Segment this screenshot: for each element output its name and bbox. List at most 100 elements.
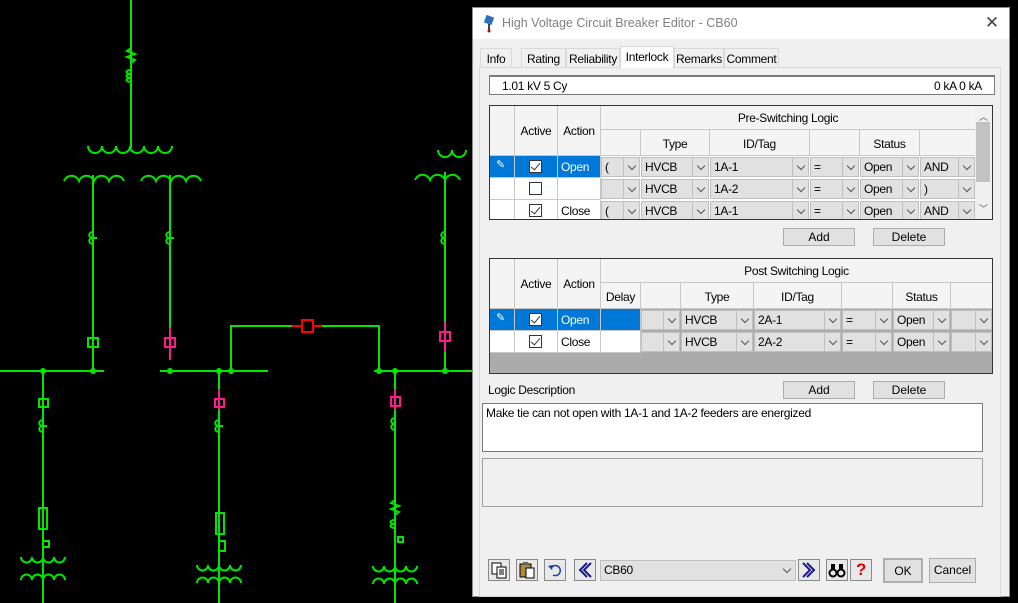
pre-delete-button[interactable]: Delete: [873, 228, 945, 246]
paren-select[interactable]: (: [601, 201, 640, 219]
type-select[interactable]: HVCB: [681, 310, 753, 330]
scroll-down-icon[interactable]: ﹀: [979, 202, 988, 215]
previous-icon: [578, 562, 592, 578]
row-header-corner: [490, 259, 515, 309]
undo-button[interactable]: [544, 559, 566, 581]
paren-select[interactable]: [601, 179, 640, 199]
logic-select[interactable]: ): [920, 179, 975, 199]
chevron-down-icon: [958, 158, 974, 176]
chevron-down-icon: [933, 311, 949, 329]
active-cell: [515, 156, 558, 178]
help-button[interactable]: ?: [850, 559, 872, 581]
pre-grid-scrollbar[interactable]: ︿ ﹀: [975, 106, 992, 219]
paren-select[interactable]: [641, 310, 680, 330]
id-tag-select[interactable]: 1A-2: [710, 179, 809, 199]
active-checkbox[interactable]: [529, 313, 542, 326]
status-select[interactable]: Open: [860, 157, 919, 177]
id-tag-select[interactable]: 2A-1: [754, 310, 841, 330]
paste-button[interactable]: [516, 559, 538, 581]
id-tag-select[interactable]: 2A-2: [754, 332, 841, 352]
previous-button[interactable]: [574, 559, 596, 581]
row-selector[interactable]: [490, 178, 515, 200]
delay-cell[interactable]: [601, 331, 641, 353]
chevron-down-icon: [792, 202, 808, 219]
transformer-primary: [87, 145, 173, 154]
id-tag-select[interactable]: 1A-1: [710, 157, 809, 177]
type-select[interactable]: HVCB: [681, 332, 753, 352]
row-selector[interactable]: ✎: [490, 156, 515, 178]
status-select[interactable]: Open: [860, 201, 919, 219]
scroll-thumb[interactable]: [976, 122, 990, 182]
row-selector[interactable]: [490, 200, 515, 219]
delay-cell[interactable]: [601, 309, 641, 331]
element-id-select[interactable]: CB60: [600, 560, 796, 581]
pre-add-button[interactable]: Add: [783, 228, 855, 246]
operator-select-value: =: [814, 160, 821, 174]
active-checkbox[interactable]: [529, 335, 542, 348]
active-checkbox[interactable]: [529, 204, 542, 217]
operator-select[interactable]: =: [842, 310, 892, 330]
next-button[interactable]: [798, 559, 820, 581]
find-button[interactable]: [826, 559, 848, 581]
paren-select[interactable]: [641, 332, 680, 352]
operator-select[interactable]: =: [810, 157, 859, 177]
operator-select-value: =: [846, 335, 853, 349]
status-select[interactable]: Open: [893, 332, 950, 352]
find-icon: [828, 564, 846, 578]
type-select[interactable]: HVCB: [641, 179, 709, 199]
tab-reliability[interactable]: Reliability: [566, 48, 620, 67]
tie-breaker-cb60: [301, 319, 314, 333]
tab-comment[interactable]: Comment: [724, 48, 779, 67]
logic-select[interactable]: AND: [920, 201, 975, 219]
col-active: Active: [515, 106, 558, 156]
operator-select-value: =: [814, 204, 821, 218]
col-type: Type: [641, 130, 710, 156]
active-checkbox[interactable]: [529, 160, 542, 173]
status-select[interactable]: Open: [893, 310, 950, 330]
tab-info[interactable]: Info: [480, 48, 512, 67]
close-button[interactable]: ✕: [983, 14, 1001, 32]
active-checkbox[interactable]: [529, 182, 542, 195]
title-bar[interactable]: High Voltage Circuit Breaker Editor - CB…: [473, 8, 1009, 39]
action-cell[interactable]: Open: [558, 309, 601, 331]
operator-select[interactable]: =: [810, 201, 859, 219]
action-cell[interactable]: Close: [558, 200, 601, 219]
logic-select[interactable]: AND: [920, 157, 975, 177]
row-selector[interactable]: [490, 331, 515, 353]
ok-button[interactable]: OK: [883, 558, 923, 583]
post-add-button[interactable]: Add: [783, 381, 855, 399]
id-tag-select-value: 2A-1: [758, 313, 783, 327]
id-tag-select[interactable]: 1A-1: [710, 201, 809, 219]
post-switching-grid[interactable]: Active Action Post Switching Logic Delay…: [489, 258, 993, 374]
paren-select[interactable]: (: [601, 157, 640, 177]
type-select[interactable]: HVCB: [641, 201, 709, 219]
cancel-button[interactable]: Cancel: [929, 558, 976, 583]
tab-remarks[interactable]: Remarks: [674, 48, 724, 67]
action-cell[interactable]: Close: [558, 331, 601, 353]
operator-select[interactable]: =: [842, 332, 892, 352]
type-select[interactable]: HVCB: [641, 157, 709, 177]
tab-rating[interactable]: Rating: [521, 48, 566, 67]
row-selector[interactable]: ✎: [490, 309, 515, 331]
chevron-down-icon: [975, 333, 991, 351]
row-header-corner: [490, 106, 515, 156]
logic-description-input[interactable]: Make tie can not open with 1A-1 and 1A-2…: [482, 403, 983, 452]
copy-button[interactable]: [488, 559, 510, 581]
logic-select[interactable]: [951, 332, 992, 352]
chevron-down-icon: [692, 180, 708, 198]
chevron-down-icon: [736, 311, 752, 329]
chevron-down-icon: [692, 202, 708, 219]
active-cell: [515, 178, 558, 200]
footer-toolbar: CB60 ? OK Cancel: [488, 558, 994, 583]
chevron-down-icon: [824, 311, 840, 329]
logic-select-value: AND: [924, 160, 949, 174]
operator-select[interactable]: =: [810, 179, 859, 199]
post-delete-button[interactable]: Delete: [873, 381, 945, 399]
pre-switching-grid[interactable]: Active Action Pre-Switching Logic Type I…: [489, 105, 993, 220]
tab-interlock[interactable]: Interlock: [620, 46, 674, 68]
action-cell[interactable]: [558, 178, 601, 200]
status-select-value: Open: [897, 335, 926, 349]
logic-select[interactable]: [951, 310, 992, 330]
action-cell[interactable]: Open: [558, 156, 601, 178]
status-select[interactable]: Open: [860, 179, 919, 199]
